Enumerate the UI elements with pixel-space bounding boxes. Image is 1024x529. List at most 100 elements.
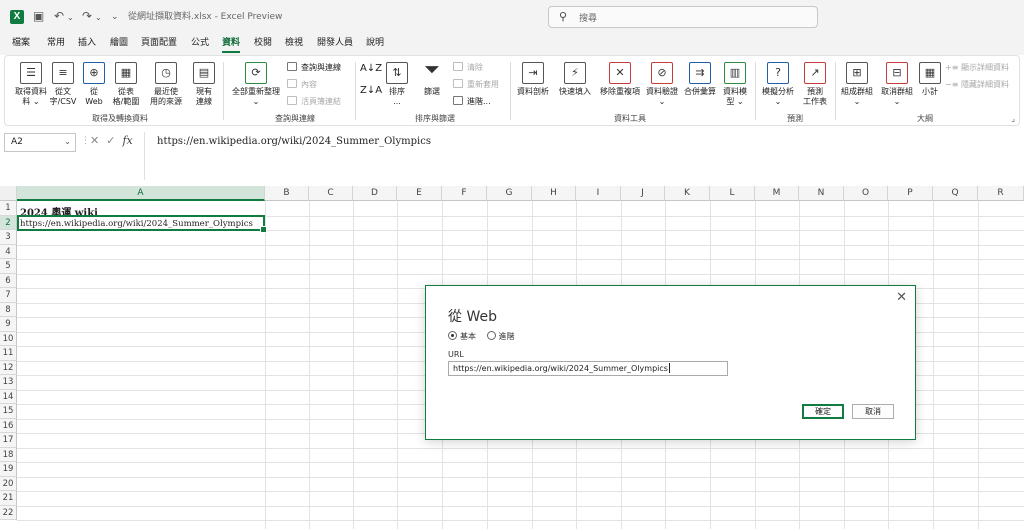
from-web-button[interactable]: ⊕ 從 Web: [79, 62, 109, 107]
insert-function-icon[interactable]: fx: [122, 134, 132, 147]
filter-button[interactable]: ⏷ 篩選: [417, 59, 447, 97]
undo-icon[interactable]: ↶: [54, 9, 64, 23]
column-header[interactable]: D: [353, 186, 397, 201]
cancel-button[interactable]: 取消: [852, 404, 894, 419]
row-header[interactable]: 2: [0, 215, 17, 230]
undo-dropdown-icon[interactable]: ⌄: [67, 11, 74, 25]
select-all-corner[interactable]: [0, 186, 17, 201]
column-header[interactable]: R: [978, 186, 1024, 201]
row-header[interactable]: 19: [0, 462, 17, 477]
reapply-button[interactable]: 重新套用: [453, 79, 499, 90]
cancel-icon[interactable]: ✕: [90, 134, 99, 147]
from-text-csv-button[interactable]: ≡ 從文 字/CSV: [45, 62, 81, 107]
column-header[interactable]: N: [799, 186, 844, 201]
url-input[interactable]: https://en.wikipedia.org/wiki/2024_Summe…: [448, 361, 728, 376]
sort-descending-button[interactable]: Z↓A: [360, 86, 382, 96]
clear-filter-button[interactable]: 清除: [453, 62, 483, 73]
sort-button[interactable]: ⇅ 排序 ...: [382, 62, 412, 107]
from-table-range-button[interactable]: ▦ 從表 格/範圍: [107, 62, 145, 107]
column-header[interactable]: L: [710, 186, 755, 201]
chevron-down-icon[interactable]: ⌄: [64, 137, 71, 146]
column-header[interactable]: J: [621, 186, 665, 201]
formula-input[interactable]: https://en.wikipedia.org/wiki/2024_Summe…: [157, 136, 431, 147]
ok-button[interactable]: 確定: [802, 404, 844, 419]
redo-dropdown-icon[interactable]: ⌄: [95, 11, 102, 25]
tab-view[interactable]: 檢視: [285, 37, 303, 49]
tab-draw[interactable]: 繪圖: [110, 37, 128, 49]
text-to-columns-button[interactable]: ⇥ 資料剖析: [513, 62, 553, 97]
sort-ascending-button[interactable]: A↓Z: [360, 64, 382, 74]
column-header[interactable]: K: [665, 186, 710, 201]
data-validation-button[interactable]: ⊘ 資料驗證 ⌄: [643, 62, 681, 107]
tab-review[interactable]: 校閱: [254, 37, 272, 49]
tab-home[interactable]: 常用: [47, 37, 65, 49]
show-detail-button[interactable]: +≡ 顯示詳細資料: [945, 62, 1009, 73]
row-header[interactable]: 15: [0, 404, 17, 419]
more-options-icon[interactable]: ⋮: [81, 136, 90, 146]
row-header[interactable]: 7: [0, 288, 17, 303]
name-box[interactable]: A2 ⌄: [4, 133, 76, 152]
hide-detail-button[interactable]: −≡ 隱藏詳細資料: [945, 79, 1009, 90]
tab-insert[interactable]: 插入: [78, 37, 96, 49]
row-header[interactable]: 17: [0, 433, 17, 448]
row-header[interactable]: 12: [0, 360, 17, 375]
tab-page-layout[interactable]: 頁面配置: [141, 37, 177, 49]
customize-toolbar-icon[interactable]: ⌄: [111, 10, 119, 24]
consolidate-button[interactable]: ⇉ 合併彙算: [681, 62, 719, 97]
column-header[interactable]: H: [532, 186, 576, 201]
row-header[interactable]: 22: [0, 505, 17, 520]
row-header[interactable]: 18: [0, 447, 17, 462]
row-header[interactable]: 6: [0, 273, 17, 288]
row-header[interactable]: 4: [0, 244, 17, 259]
column-header[interactable]: G: [487, 186, 532, 201]
outline-settings-launcher-icon[interactable]: ⌟: [1011, 114, 1015, 123]
column-header[interactable]: C: [309, 186, 353, 201]
subtotal-button[interactable]: ▦ 小計: [917, 62, 943, 97]
column-header[interactable]: P: [888, 186, 933, 201]
row-header[interactable]: 5: [0, 259, 17, 274]
edit-links-button[interactable]: 活頁簿連結: [287, 96, 341, 107]
tab-file[interactable]: 檔案: [12, 37, 30, 49]
group-button[interactable]: ⊞ 組成群組 ⌄: [837, 62, 877, 107]
save-icon[interactable]: ▣: [33, 9, 44, 23]
tab-data[interactable]: 資料: [222, 37, 241, 53]
column-header[interactable]: I: [576, 186, 621, 201]
tab-formulas[interactable]: 公式: [191, 37, 209, 49]
recent-sources-button[interactable]: ◷ 最近使 用的來源: [145, 62, 187, 107]
tab-developer[interactable]: 開發人員: [317, 37, 353, 49]
column-header[interactable]: M: [755, 186, 799, 201]
ungroup-button[interactable]: ⊟ 取消群組 ⌄: [877, 62, 917, 107]
row-header[interactable]: 10: [0, 331, 17, 346]
redo-icon[interactable]: ↷: [82, 9, 92, 23]
radio-basic[interactable]: 基本: [448, 331, 476, 341]
refresh-all-button[interactable]: ⟳ 全部重新整理 ⌄: [227, 62, 285, 107]
row-header[interactable]: 14: [0, 389, 17, 404]
remove-duplicates-button[interactable]: ✕ 移除重複項: [595, 62, 645, 97]
properties-button[interactable]: 內容: [287, 79, 317, 90]
data-model-button[interactable]: ▥ 資料模 型 ⌄: [719, 62, 751, 107]
column-header[interactable]: B: [265, 186, 309, 201]
row-header[interactable]: 20: [0, 476, 17, 491]
column-header[interactable]: E: [397, 186, 442, 201]
row-header[interactable]: 9: [0, 317, 17, 332]
column-header[interactable]: O: [844, 186, 888, 201]
enter-check-icon[interactable]: ✓: [106, 134, 115, 147]
column-header[interactable]: A: [17, 186, 265, 201]
flash-fill-button[interactable]: ⚡ 快速填入: [555, 62, 595, 97]
what-if-analysis-button[interactable]: ? 模擬分析 ⌄: [759, 62, 797, 107]
row-header[interactable]: 16: [0, 418, 17, 433]
column-header[interactable]: F: [442, 186, 487, 201]
column-header[interactable]: Q: [933, 186, 978, 201]
existing-connections-button[interactable]: ▤ 現有 連線: [189, 62, 219, 107]
queries-connections-button[interactable]: 查詢與連線: [287, 62, 341, 73]
row-header[interactable]: 13: [0, 375, 17, 390]
row-header[interactable]: 21: [0, 491, 17, 506]
close-icon[interactable]: ✕: [896, 290, 907, 305]
search-box[interactable]: ⚲ 搜尋: [548, 6, 818, 28]
row-header[interactable]: 11: [0, 346, 17, 361]
radio-advanced[interactable]: 進階: [486, 331, 515, 341]
advanced-filter-button[interactable]: 進階...: [453, 96, 491, 107]
row-header[interactable]: 3: [0, 230, 17, 245]
tab-help[interactable]: 說明: [366, 37, 384, 49]
row-header[interactable]: 8: [0, 302, 17, 317]
